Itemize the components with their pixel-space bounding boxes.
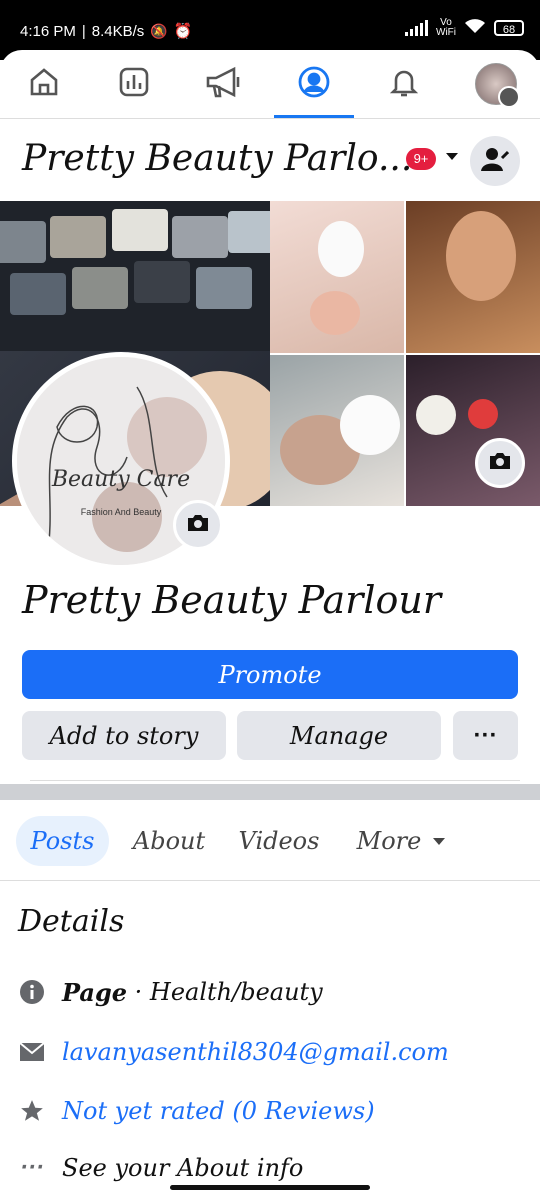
details-heading: Details <box>18 904 125 939</box>
tab-posts[interactable]: Posts <box>16 816 109 866</box>
battery-indicator: 68 <box>494 20 524 36</box>
edit-cover-button[interactable] <box>475 438 525 488</box>
star-icon <box>18 1097 46 1125</box>
insights-icon <box>117 65 151 103</box>
detail-email[interactable]: lavanyasenthil8304@gmail.com <box>18 1032 449 1072</box>
home-indicator[interactable] <box>170 1185 370 1190</box>
tab-more[interactable]: More <box>346 816 456 866</box>
envelope-icon <box>18 1038 46 1066</box>
promote-button[interactable]: Promote <box>22 650 518 699</box>
cover-facial-image <box>270 201 404 353</box>
nav-insights[interactable] <box>94 50 174 118</box>
tab-about[interactable]: About <box>126 816 212 866</box>
detail-about[interactable]: ··· See your About info <box>18 1148 303 1188</box>
cover-hair-wash-image <box>270 355 404 506</box>
nav-notifications[interactable] <box>364 50 444 118</box>
email-link[interactable]: lavanyasenthil8304@gmail.com <box>62 1038 449 1066</box>
alarm-icon: ⏰ <box>173 23 193 40</box>
status-time: 4:16 PM <box>20 22 76 40</box>
wifi-icon <box>464 18 486 38</box>
category-label: Page <box>62 977 128 1007</box>
switch-profile-button[interactable] <box>470 136 520 186</box>
rating-link[interactable]: Not yet rated (0 Reviews) <box>62 1097 375 1125</box>
detail-category: Page · Health/beauty <box>18 972 323 1012</box>
category-value: · Health/beauty <box>127 978 323 1006</box>
ellipsis-icon: ··· <box>20 1154 44 1181</box>
page-title: Pretty Beauty Parlo... <box>22 138 413 179</box>
cover-cosmetics-image <box>406 355 540 506</box>
home-icon <box>27 65 61 103</box>
info-icon <box>18 978 46 1006</box>
nav-profile[interactable] <box>274 50 354 118</box>
signal-icon <box>405 20 428 36</box>
nav-home[interactable] <box>4 50 84 118</box>
page-name: Pretty Beauty Parlour <box>22 578 442 622</box>
nav-menu[interactable] <box>456 50 536 118</box>
notification-badge[interactable]: 9+ <box>406 148 436 170</box>
more-options-button[interactable]: ··· <box>453 711 518 760</box>
profile-icon <box>297 65 331 103</box>
section-divider <box>0 784 540 800</box>
about-info-link[interactable]: See your About info <box>62 1154 303 1182</box>
menu-avatar <box>475 63 520 108</box>
manage-button[interactable]: Manage <box>237 711 441 760</box>
cover-makeup-artist-image <box>406 201 540 353</box>
vowifi-label: Vo WiFi <box>436 17 456 38</box>
detail-rating[interactable]: Not yet rated (0 Reviews) <box>18 1091 375 1131</box>
camera-icon <box>488 451 512 475</box>
bell-icon <box>387 65 421 103</box>
person-edit-icon <box>481 146 510 176</box>
top-navigation <box>0 50 540 119</box>
add-to-story-button[interactable]: Add to story <box>22 711 226 760</box>
more-dots-icon: ··· <box>473 721 498 749</box>
chevron-down-icon[interactable] <box>446 153 458 160</box>
page-header: Pretty Beauty Parlo... 9+ <box>0 130 540 190</box>
mute-icon: 🔕 <box>150 22 168 39</box>
avatar-script-text: Beauty Care <box>51 467 191 492</box>
camera-icon <box>186 513 210 537</box>
tab-videos[interactable]: Videos <box>232 816 326 866</box>
status-net-speed: 8.4KB/s <box>91 22 145 40</box>
divider-line <box>30 780 520 781</box>
profile-tabs: Posts About Videos More <box>0 808 540 881</box>
edit-profile-picture-button[interactable] <box>173 500 223 550</box>
megaphone-icon <box>204 65 244 103</box>
menu-icon <box>498 86 520 108</box>
chevron-down-icon <box>433 837 446 845</box>
nav-ads[interactable] <box>184 50 264 118</box>
